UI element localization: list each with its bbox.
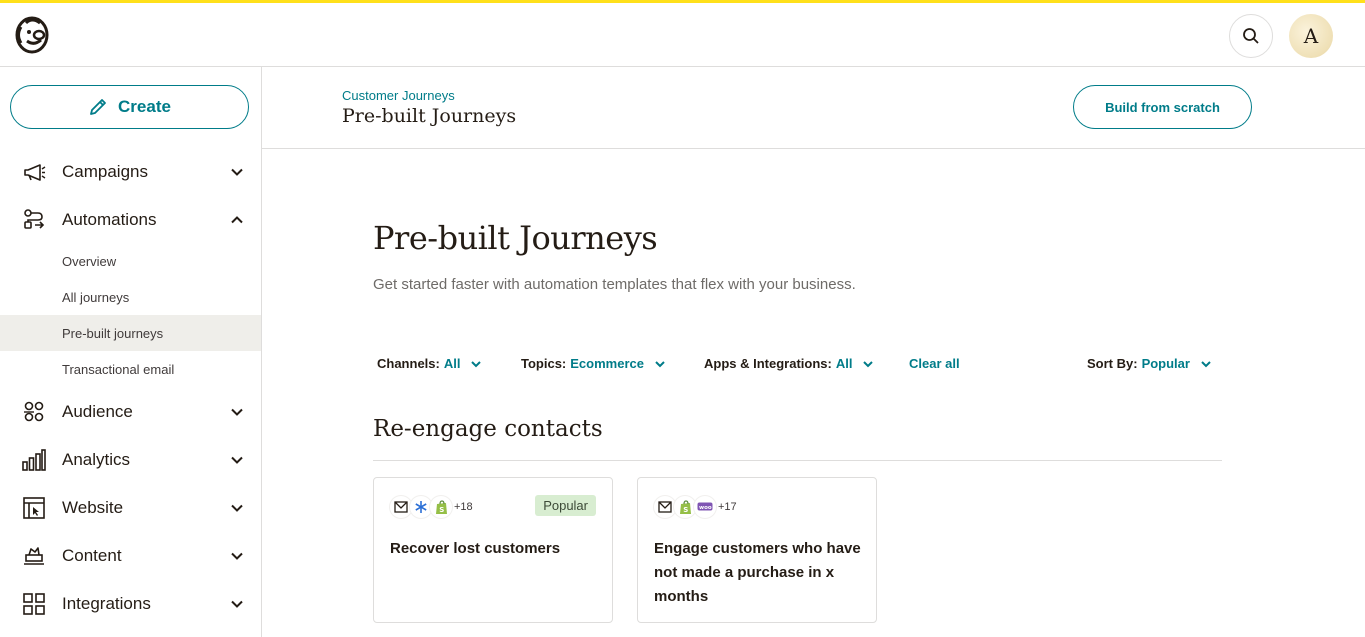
sidebar-subitem-overview[interactable]: Overview <box>0 243 261 279</box>
sidebar-subitem-label: Pre-built journeys <box>62 326 164 341</box>
bar-chart-icon <box>22 449 46 471</box>
integration-icons: S woo +17 <box>654 496 737 518</box>
sidebar-subitem-transactional-email[interactable]: Transactional email <box>0 351 261 387</box>
section-divider <box>373 460 1222 461</box>
journey-card[interactable]: S +18 Popular Recover lost customers <box>373 477 613 623</box>
sidebar-subitem-all-journeys[interactable]: All journeys <box>0 279 261 315</box>
chevron-down-icon <box>231 168 243 176</box>
sidebar-item-campaigns[interactable]: Campaigns <box>0 149 261 193</box>
more-integrations-count: +17 <box>718 501 737 513</box>
chevron-down-icon <box>231 504 243 512</box>
chevron-down-icon <box>1201 360 1211 367</box>
sidebar-item-analytics[interactable]: Analytics <box>0 437 261 481</box>
filter-value: Ecommerce <box>570 356 644 371</box>
sidebar-item-website[interactable]: Website <box>0 485 261 529</box>
chevron-down-icon <box>863 360 874 367</box>
sidebar-item-audience[interactable]: Audience <box>0 389 261 433</box>
svg-text:S: S <box>439 506 444 514</box>
website-icon <box>23 497 45 519</box>
card-title: Recover lost customers <box>390 540 561 557</box>
user-avatar[interactable]: A <box>1289 14 1333 58</box>
filter-label: Topics: <box>521 356 567 371</box>
sidebar-item-label: Automations <box>62 210 157 229</box>
svg-text:woo: woo <box>699 505 712 511</box>
popular-badge: Popular <box>535 495 596 516</box>
journey-card[interactable]: S woo +17 Engage customers who have not … <box>637 477 877 623</box>
sidebar-subitem-label: Transactional email <box>62 362 175 377</box>
filter-label: Apps & Integrations: <box>704 356 832 371</box>
sidebar-item-content[interactable]: Content <box>0 533 261 577</box>
sidebar: Create Campaigns Automations Overview Al… <box>0 67 262 637</box>
section-title: Re-engage contacts <box>373 416 603 442</box>
people-icon <box>24 401 44 422</box>
search-button[interactable] <box>1229 14 1273 58</box>
shopify-icon: S <box>430 496 452 518</box>
megaphone-icon <box>24 164 46 181</box>
clear-all-link[interactable]: Clear all <box>909 356 960 371</box>
channels-filter[interactable]: Channels: All <box>377 356 482 371</box>
pencil-icon <box>90 99 106 115</box>
sidebar-item-integrations[interactable]: Integrations <box>0 581 261 625</box>
filter-value: All <box>835 356 853 371</box>
flow-icon <box>24 209 45 229</box>
breadcrumb-link[interactable]: Customer Journeys <box>342 88 455 103</box>
top-bar: A <box>0 3 1365 67</box>
chevron-up-icon <box>231 216 243 224</box>
content-icon <box>24 547 44 565</box>
build-from-scratch-button[interactable]: Build from scratch <box>1073 85 1252 129</box>
grid-icon <box>23 593 45 615</box>
sidebar-item-label: Content <box>62 546 122 565</box>
page-title: Pre-built Journeys <box>373 219 658 257</box>
sidebar-subitem-label: Overview <box>62 254 117 269</box>
filter-value: All <box>443 356 461 371</box>
email-icon <box>654 496 676 518</box>
sort-by-filter[interactable]: Sort By: Popular <box>1087 356 1212 371</box>
sidebar-subitem-label: All journeys <box>62 290 130 305</box>
create-button[interactable]: Create <box>10 85 249 129</box>
mailchimp-logo[interactable] <box>12 15 50 55</box>
card-title: Engage customers who have not made a pur… <box>654 540 861 605</box>
woo-icon: woo <box>694 496 716 518</box>
page-header: Customer Journeys Pre-built Journeys Bui… <box>262 67 1365 149</box>
chevron-down-icon <box>471 360 482 367</box>
more-integrations-count: +18 <box>454 501 473 513</box>
sidebar-item-automations[interactable]: Automations <box>0 197 261 241</box>
filter-label: Sort By: <box>1087 356 1138 371</box>
page-subtitle: Get started faster with automation templ… <box>373 276 856 293</box>
shopify-icon: S <box>674 496 696 518</box>
chevron-down-icon <box>231 600 243 608</box>
sidebar-item-label: Website <box>62 498 124 517</box>
chevron-down-icon <box>655 360 665 367</box>
chevron-down-icon <box>231 408 243 416</box>
filter-value: Popular <box>1141 356 1190 371</box>
snowflake-icon <box>410 496 432 518</box>
sidebar-item-label: Audience <box>62 402 133 421</box>
chevron-down-icon <box>231 456 243 464</box>
sidebar-item-label: Analytics <box>62 450 131 469</box>
search-icon <box>1243 28 1259 44</box>
svg-text:S: S <box>683 506 688 514</box>
apps-integrations-filter[interactable]: Apps & Integrations: All <box>704 356 874 371</box>
sidebar-subitem-pre-built-journeys[interactable]: Pre-built journeys <box>0 315 261 351</box>
create-label: Create <box>118 97 171 116</box>
filter-label: Channels: <box>377 356 440 371</box>
header-title: Pre-built Journeys <box>342 105 517 127</box>
integration-icons: S +18 <box>390 496 473 518</box>
sidebar-item-label: Integrations <box>62 594 151 613</box>
topics-filter[interactable]: Topics: Ecommerce <box>521 356 666 371</box>
sidebar-item-label: Campaigns <box>62 162 148 181</box>
chevron-down-icon <box>231 552 243 560</box>
email-icon <box>390 496 412 518</box>
